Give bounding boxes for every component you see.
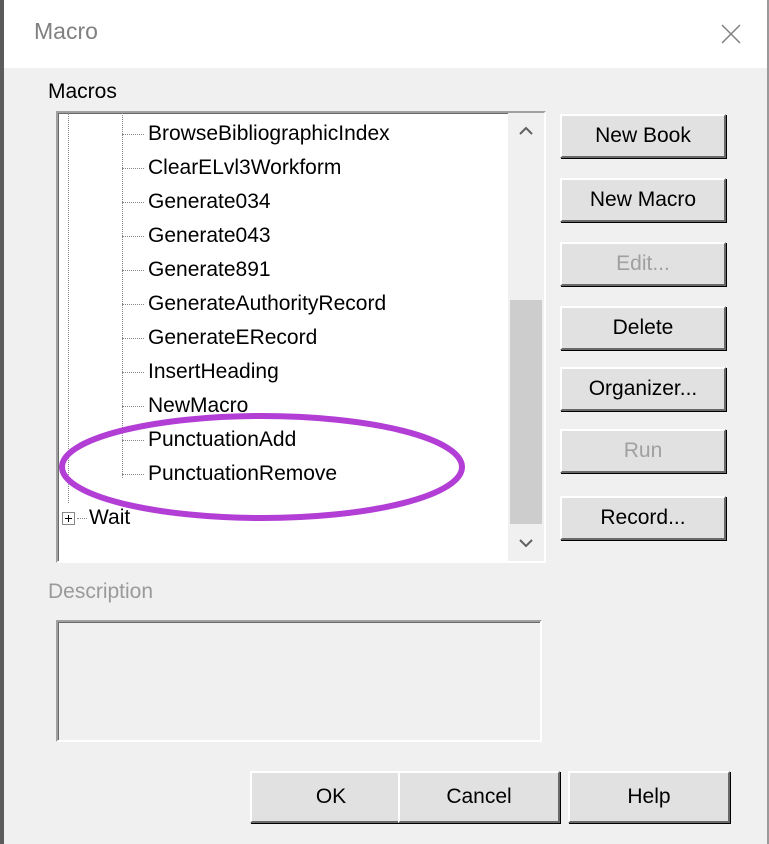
record-button[interactable]: Record... (560, 496, 726, 540)
close-icon[interactable] (709, 12, 753, 56)
tree-item-label: BrowseBibliographicIndex (148, 122, 390, 145)
ok-button[interactable]: OK (250, 771, 412, 823)
delete-button[interactable]: Delete (560, 306, 726, 350)
tree-item[interactable]: GenerateERecord (122, 321, 317, 355)
macros-label: Macros (48, 80, 117, 103)
run-button[interactable]: Run (560, 429, 726, 473)
tree-item[interactable]: PunctuationAdd (122, 423, 296, 457)
macro-dialog: Macro Macros BrowseBibliographicIndex Cl… (0, 0, 769, 844)
description-box (56, 620, 542, 742)
tree-item-label: Generate891 (148, 258, 271, 281)
tree-item[interactable]: Generate034 (122, 185, 271, 219)
tree-item-label: PunctuationAdd (148, 428, 297, 451)
scrollbar-thumb[interactable] (510, 300, 542, 524)
tree-item-label: PunctuationRemove (148, 462, 338, 485)
tree-item[interactable]: InsertHeading (122, 355, 279, 389)
tree-item[interactable]: NewMacro (122, 389, 248, 423)
tree-connector (68, 113, 69, 503)
tree-item-label: NewMacro (148, 394, 249, 417)
tree-item[interactable]: Generate043 (122, 219, 271, 253)
tree-item-label: InsertHeading (148, 360, 279, 383)
edit-button[interactable]: Edit... (560, 242, 726, 286)
tree-node-wait[interactable]: Wait (62, 501, 130, 535)
new-book-button[interactable]: New Book (560, 114, 726, 158)
tree-item-label: GenerateAuthorityRecord (148, 292, 387, 315)
organizer-button[interactable]: Organizer... (560, 367, 726, 411)
scroll-down-icon[interactable] (508, 525, 544, 561)
tree-item-label: GenerateERecord (148, 326, 318, 349)
tree-item[interactable]: PunctuationRemove (122, 457, 337, 491)
new-macro-button[interactable]: New Macro (560, 178, 726, 222)
tree-item-label: Generate043 (148, 224, 271, 247)
tree-item[interactable]: Generate891 (122, 253, 271, 287)
expand-icon[interactable] (62, 511, 75, 525)
scroll-up-icon[interactable] (508, 113, 544, 149)
tree-item[interactable]: ClearELvl3Workform (122, 151, 341, 185)
tree-item-label: Generate034 (148, 190, 271, 213)
cancel-button[interactable]: Cancel (398, 771, 560, 823)
window-title: Macro (34, 18, 98, 44)
tree-item[interactable]: GenerateAuthorityRecord (122, 287, 386, 321)
title-bar: Macro (4, 0, 767, 68)
description-label: Description (48, 580, 154, 603)
help-button[interactable]: Help (568, 771, 730, 823)
macro-tree[interactable]: BrowseBibliographicIndex ClearELvl3Workf… (56, 111, 546, 563)
vertical-scrollbar[interactable] (508, 113, 544, 561)
tree-item-label: ClearELvl3Workform (148, 156, 342, 179)
tree-node-label: Wait (89, 506, 131, 529)
tree-item[interactable]: BrowseBibliographicIndex (122, 117, 390, 151)
